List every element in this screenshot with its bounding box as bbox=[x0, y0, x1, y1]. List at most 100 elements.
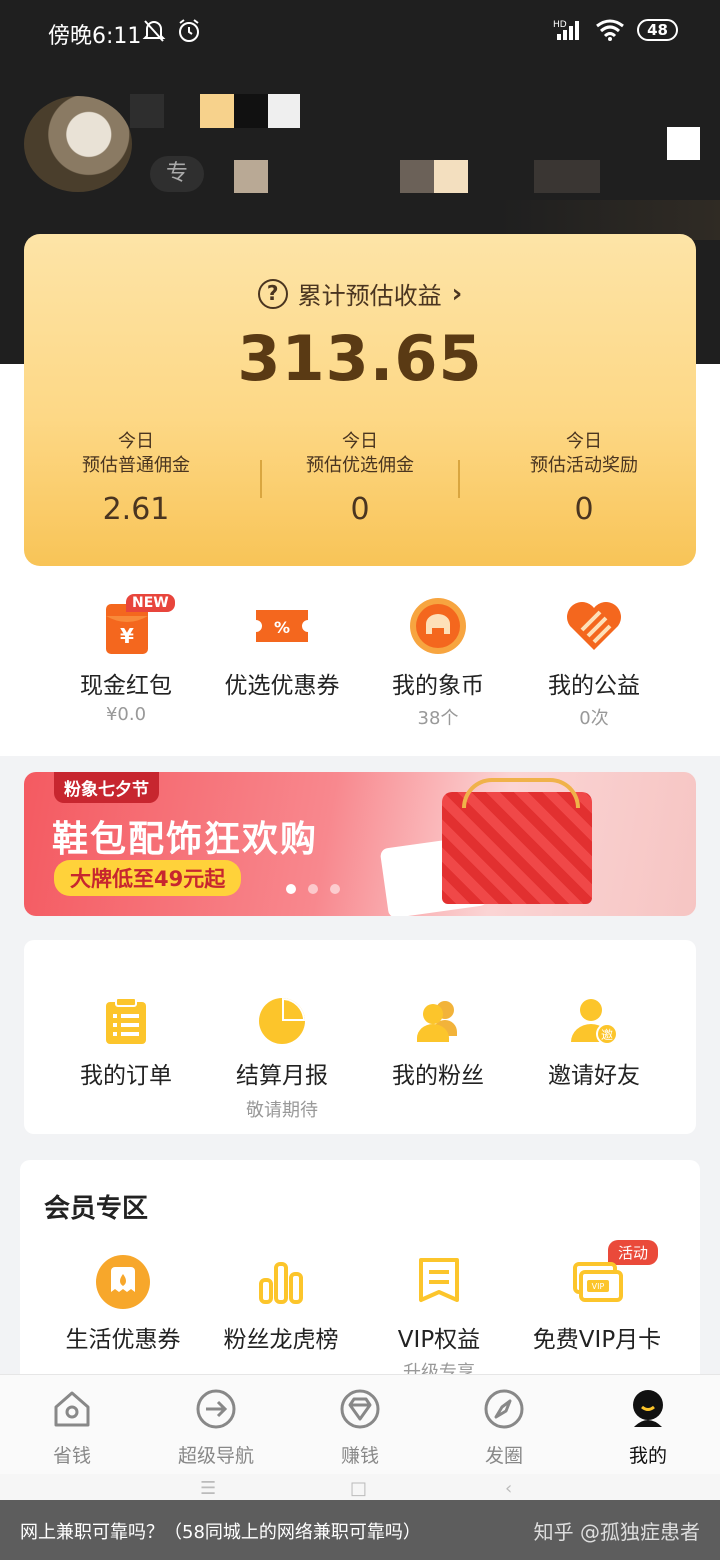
premium-coupons[interactable]: % 优选优惠券 bbox=[204, 596, 360, 726]
nav-label: 超级导航 bbox=[177, 1445, 254, 1467]
earnings-today-premium[interactable]: 今日 预估优选佣金 0 bbox=[248, 430, 472, 527]
network-type: HD bbox=[553, 20, 567, 30]
nav-moments[interactable]: 发圈 bbox=[432, 1375, 576, 1474]
member-zone-card: 会员专区 生活优惠券 粉丝龙虎榜 VIP权益 升级专享 活动 VIP 免费VIP… bbox=[20, 1160, 700, 1400]
fans-leaderboard[interactable]: 粉丝龙虎榜 bbox=[202, 1254, 360, 1384]
my-orders[interactable]: 我的订单 bbox=[48, 996, 204, 1118]
heart-icon bbox=[567, 602, 621, 650]
caption-watermark: 知乎 @孤独症患者 bbox=[533, 1520, 700, 1544]
earnings-col-label: 预估普通佣金 bbox=[82, 455, 190, 476]
quick-sub: ¥0.0 bbox=[105, 704, 147, 725]
orders-sub bbox=[48, 1096, 204, 1118]
earnings-title: 累计预估收益 bbox=[297, 282, 442, 310]
earnings-col-value: 0 bbox=[574, 492, 594, 527]
member-label: 粉丝龙虎榜 bbox=[223, 1327, 339, 1353]
caption-text: 网上兼职可靠吗？（58同城上的网络兼职可靠吗） bbox=[20, 1522, 421, 1543]
orders-label: 我的粉丝 bbox=[392, 1063, 484, 1089]
earnings-col-value: 2.61 bbox=[102, 492, 170, 527]
earnings-col-label: 预估活动奖励 bbox=[530, 455, 638, 476]
free-vip-card[interactable]: 活动 VIP 免费VIP月卡 bbox=[518, 1240, 676, 1384]
nav-label: 我的 bbox=[628, 1445, 667, 1467]
help-icon[interactable]: ? bbox=[257, 278, 288, 309]
settings-button[interactable] bbox=[667, 127, 700, 160]
status-time: 傍晚6:11 bbox=[48, 24, 142, 49]
pagination-dot[interactable] bbox=[308, 884, 318, 894]
earnings-today-activity[interactable]: 今日 预估活动奖励 0 bbox=[472, 430, 696, 527]
home-icon bbox=[54, 1391, 90, 1427]
banner-pagination[interactable] bbox=[286, 884, 340, 894]
banner-headline: 鞋包配饰狂欢购 bbox=[52, 819, 319, 860]
earnings-col-label: 预估优选佣金 bbox=[306, 455, 414, 476]
pagination-dot[interactable] bbox=[286, 884, 296, 894]
menu-icon[interactable]: ☰ bbox=[200, 1478, 216, 1499]
invite-friends[interactable]: 邀 邀请好友 bbox=[516, 996, 672, 1118]
svg-text:¥: ¥ bbox=[120, 624, 134, 648]
masked-badge-block bbox=[400, 160, 434, 193]
profile-icon bbox=[633, 1390, 663, 1427]
earnings-title-row[interactable]: ? 累计预估收益 › bbox=[24, 276, 696, 311]
invite-badge-text: 邀 bbox=[601, 1027, 613, 1042]
diamond-icon bbox=[340, 1389, 380, 1429]
invite-user-icon: 邀 bbox=[571, 999, 618, 1045]
vip-benefits[interactable]: VIP权益 升级专享 bbox=[360, 1254, 518, 1384]
monthly-report[interactable]: 结算月报 敬请期待 bbox=[204, 996, 360, 1121]
compass-icon bbox=[484, 1389, 524, 1429]
pagination-dot[interactable] bbox=[330, 884, 340, 894]
life-coupon-icon bbox=[96, 1255, 150, 1309]
life-coupons[interactable]: 生活优惠券 bbox=[44, 1254, 202, 1384]
nav-label: 省钱 bbox=[52, 1445, 91, 1467]
quick-label: 现金红包 bbox=[80, 673, 172, 699]
nav-earn-money[interactable]: 赚钱 bbox=[288, 1375, 432, 1474]
home-square-icon[interactable]: □ bbox=[350, 1478, 367, 1499]
earnings-total: 313.65 bbox=[237, 322, 483, 395]
earnings-today-normal[interactable]: 今日 预估普通佣金 2.61 bbox=[24, 430, 248, 527]
bottom-nav: 省钱 超级导航 赚钱 发圈 我的 bbox=[0, 1374, 720, 1474]
fans-icon bbox=[417, 1001, 457, 1042]
pie-chart-icon bbox=[259, 998, 305, 1044]
nav-save-money[interactable]: 省钱 bbox=[0, 1375, 144, 1474]
system-nav-bar: ☰ □ ‹ bbox=[0, 1474, 720, 1500]
elephant-coins[interactable]: 我的象币 38个 bbox=[360, 596, 516, 729]
svg-text:%: % bbox=[274, 618, 290, 637]
earnings-card[interactable]: ? 累计预估收益 › 313.65 今日 预估普通佣金 2.61 今日 预估优选… bbox=[24, 234, 696, 566]
orders-sub bbox=[360, 1096, 516, 1118]
banner-handbag-image bbox=[442, 778, 592, 904]
orders-sub: 敬请期待 bbox=[246, 1100, 318, 1121]
chevron-right-icon: › bbox=[451, 278, 463, 309]
battery-indicator: 48 bbox=[637, 19, 678, 41]
masked-username-block bbox=[234, 94, 268, 128]
alarm-icon bbox=[179, 19, 199, 42]
member-badge-text: 专 bbox=[166, 161, 189, 186]
mute-bell-icon bbox=[142, 20, 166, 42]
banner-subtitle: 大牌低至49元起 bbox=[54, 860, 242, 896]
masked-username-block bbox=[268, 94, 300, 128]
member-label: VIP权益 bbox=[397, 1327, 481, 1353]
cash-red-packet[interactable]: ¥ NEW 现金红包 ¥0.0 bbox=[48, 594, 204, 726]
orders-label: 邀请好友 bbox=[548, 1063, 640, 1089]
earnings-col-label: 今日 bbox=[566, 431, 602, 452]
masked-username-block bbox=[130, 94, 164, 128]
promo-banner[interactable]: 粉象七夕节 鞋包配饰狂欢购 大牌低至49元起 bbox=[24, 772, 696, 916]
orders-card: 我的订单 结算月报 敬请期待 我的粉丝 邀 邀请好友 bbox=[24, 940, 696, 1134]
quick-label: 我的公益 bbox=[548, 673, 640, 699]
arrow-circle-icon bbox=[196, 1389, 236, 1429]
quick-sub: 0次 bbox=[579, 708, 609, 729]
quick-label: 优选优惠券 bbox=[224, 673, 340, 699]
signal-icon: HD bbox=[553, 20, 580, 40]
orders-label: 我的订单 bbox=[80, 1063, 172, 1089]
avatar[interactable] bbox=[24, 96, 132, 192]
member-label: 免费VIP月卡 bbox=[532, 1327, 662, 1353]
divider bbox=[260, 460, 262, 498]
member-badge[interactable]: 专 bbox=[150, 156, 205, 192]
nav-super-guide[interactable]: 超级导航 bbox=[144, 1375, 288, 1474]
my-charity[interactable]: 我的公益 0次 bbox=[516, 596, 672, 729]
nav-mine[interactable]: 我的 bbox=[576, 1375, 720, 1474]
elephant-coin-icon bbox=[410, 598, 466, 654]
my-fans[interactable]: 我的粉丝 bbox=[360, 996, 516, 1118]
bar-chart-icon bbox=[259, 1262, 303, 1304]
vip-card-text: VIP bbox=[592, 1282, 605, 1291]
masked-badge-block bbox=[534, 160, 600, 193]
quick-sub: 38个 bbox=[417, 708, 459, 729]
back-icon[interactable]: ‹ bbox=[505, 1478, 512, 1499]
vip-card-icon: VIP bbox=[573, 1262, 623, 1302]
